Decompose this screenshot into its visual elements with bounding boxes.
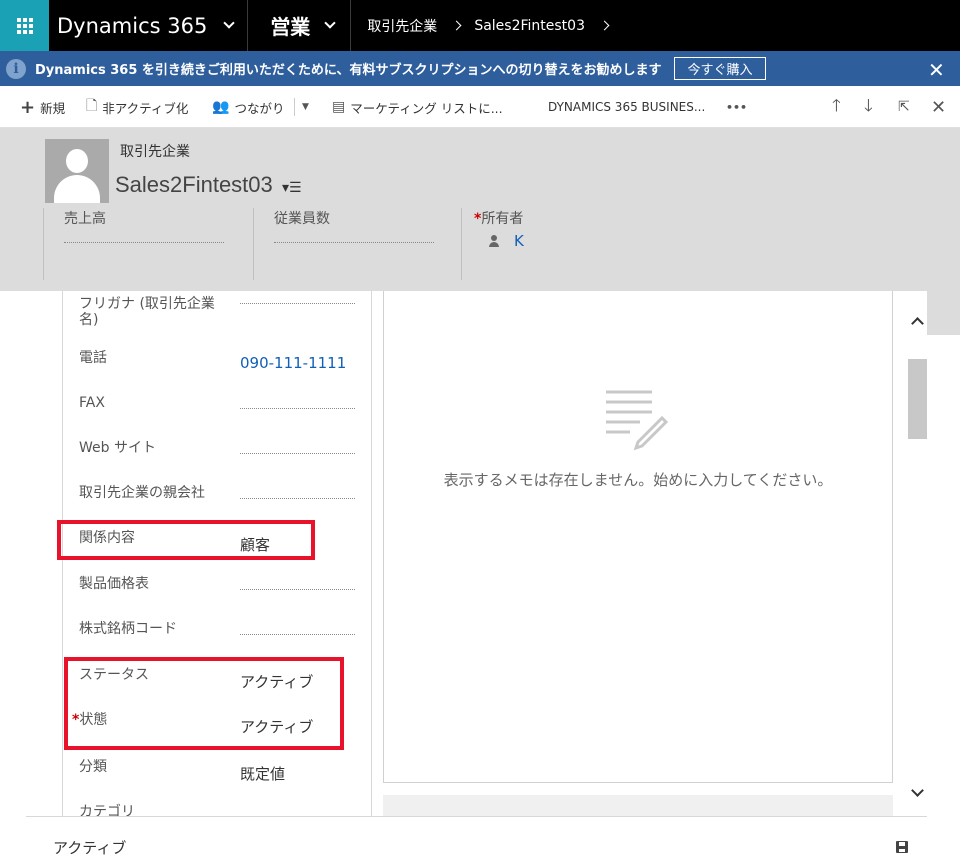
area-menu[interactable]: 営業	[248, 0, 336, 51]
pop-out-button[interactable]: ⇱	[898, 86, 910, 128]
marketing-label: マーケティング リストに...	[350, 100, 503, 116]
chevron-down-icon	[324, 16, 336, 29]
close-icon[interactable]: ✕	[928, 58, 945, 82]
arrow-down-icon: 🡓	[864, 95, 873, 116]
owner-value: K	[514, 232, 524, 250]
header-field-revenue: 売上高	[43, 208, 224, 280]
record-name: Sales2Fintest03	[115, 172, 273, 197]
area-title: 営業	[270, 15, 311, 39]
add-to-marketing-list-button[interactable]: ▤ マーケティング リストに...	[332, 86, 503, 128]
connect-button[interactable]: 👥 つながり	[212, 86, 284, 128]
highlight-box-relationship	[57, 520, 315, 560]
field-label: 電話	[79, 350, 107, 366]
waffle-icon	[16, 17, 33, 34]
header-field-value[interactable]	[274, 242, 434, 243]
field-category-code: 分類 既定値	[63, 759, 371, 804]
chevron-right-icon[interactable]	[599, 20, 610, 31]
field-label: フリガナ (取引先企業名)	[79, 296, 215, 328]
chevron-right-icon	[451, 20, 462, 31]
owner-lookup[interactable]: K	[488, 232, 524, 250]
trial-notification-bar: i Dynamics 365 を引き続きご利用いただくために、有料サブスクリプシ…	[0, 51, 960, 86]
field-category: カテゴリ	[63, 804, 371, 816]
notes-icon	[606, 390, 668, 450]
field-value[interactable]	[240, 408, 355, 409]
notification-message: Dynamics 365 を引き続きご利用いただくために、有料サブスクリプション…	[35, 63, 662, 78]
brand-title: Dynamics 365	[57, 13, 208, 38]
record-avatar[interactable]	[45, 139, 109, 203]
field-value[interactable]	[240, 498, 355, 499]
command-divider	[294, 98, 295, 116]
chevron-down-icon[interactable]	[911, 784, 924, 797]
field-price-list: 製品価格表	[63, 576, 371, 621]
brand-menu[interactable]: Dynamics 365	[49, 0, 235, 51]
info-icon: i	[6, 58, 26, 79]
deactivate-button[interactable]: 🗋 非アクティブ化	[86, 86, 188, 128]
notes-panel: 表示するメモは存在しません。始めに入力してください。	[383, 291, 893, 783]
field-furigana: フリガナ (取引先企業名)	[63, 296, 371, 341]
status-footer: アクティブ	[26, 816, 927, 860]
user-icon	[488, 235, 500, 247]
next-record-button[interactable]: 🡓	[864, 86, 873, 128]
header-field-value[interactable]	[64, 242, 224, 243]
vertical-scrollbar[interactable]	[908, 291, 927, 816]
field-fax: FAX	[63, 395, 371, 440]
breadcrumb-item-accounts[interactable]: 取引先企業	[367, 16, 437, 36]
business-label: DYNAMICS 365 BUSINES...	[548, 100, 706, 114]
field-label: 株式銘柄コード	[79, 621, 177, 637]
field-phone: 電話 090-111-1111	[63, 350, 371, 395]
close-record-button[interactable]: ✕	[931, 86, 946, 128]
deactivate-label: 非アクティブ化	[102, 100, 189, 116]
save-icon[interactable]	[896, 841, 908, 853]
buy-now-button[interactable]: 今すぐ購入	[674, 57, 766, 80]
header-field-label: 所有者	[481, 211, 524, 227]
field-website: Web サイト	[63, 440, 371, 485]
top-navigation-bar: Dynamics 365 営業 取引先企業 Sales2Fintest03	[0, 0, 960, 51]
new-button[interactable]: + 新規	[20, 86, 65, 128]
plus-icon: +	[20, 96, 36, 118]
field-label: 製品価格表	[79, 576, 149, 592]
breadcrumb-item-record[interactable]: Sales2Fintest03	[474, 18, 585, 34]
people-icon: 👥	[212, 99, 230, 115]
field-value[interactable]	[240, 303, 355, 304]
chevron-down-icon	[223, 16, 235, 29]
more-icon: •••	[726, 100, 748, 114]
more-commands-button[interactable]: •••	[726, 86, 747, 128]
header-field-employees: 従業員数	[253, 208, 434, 280]
marketing-list-icon: ▤	[332, 99, 346, 115]
field-label: Web サイト	[79, 440, 156, 456]
previous-record-button[interactable]: 🡑	[832, 86, 841, 128]
footer-status-text: アクティブ	[53, 839, 127, 857]
command-bar: + 新規 🗋 非アクティブ化 👥 つながり ▼ ▤ マーケティング リストに..…	[0, 86, 960, 128]
classification-value[interactable]: 既定値	[240, 763, 285, 784]
field-value[interactable]	[240, 634, 355, 635]
field-value[interactable]	[240, 589, 355, 590]
form-selector-icon[interactable]: ▾☰	[282, 180, 302, 196]
entity-type-label: 取引先企業	[120, 144, 190, 160]
dynamics-business-button[interactable]: DYNAMICS 365 BUSINES...	[548, 86, 705, 128]
phone-value[interactable]: 090-111-1111	[240, 354, 346, 372]
arrow-up-icon: 🡑	[832, 95, 841, 116]
connect-label: つながり	[234, 100, 285, 116]
chevron-up-icon[interactable]	[911, 317, 924, 330]
field-label: カテゴリ	[79, 804, 135, 816]
scroll-thumb[interactable]	[908, 359, 927, 439]
new-label: 新規	[40, 100, 66, 116]
field-label: 分類	[79, 759, 107, 775]
field-label: 取引先企業の親会社	[79, 485, 205, 501]
breadcrumb: 取引先企業 Sales2Fintest03	[351, 0, 622, 51]
caret-down-icon: ▼	[302, 102, 309, 112]
notes-empty-message: 表示するメモは存在しません。始めに入力してください。	[443, 471, 833, 489]
header-field-owner: *所有者 K	[461, 208, 524, 280]
header-field-label: 従業員数	[274, 211, 330, 227]
field-label: FAX	[79, 395, 105, 411]
connect-dropdown-button[interactable]: ▼	[302, 86, 309, 128]
highlight-box-status	[64, 657, 344, 750]
document-clock-icon: 🗋	[86, 98, 98, 114]
pop-out-icon: ⇱	[898, 99, 910, 115]
app-launcher-button[interactable]	[0, 0, 49, 51]
field-value[interactable]	[240, 453, 355, 454]
header-field-label: 売上高	[64, 211, 106, 227]
close-icon: ✕	[931, 96, 947, 118]
